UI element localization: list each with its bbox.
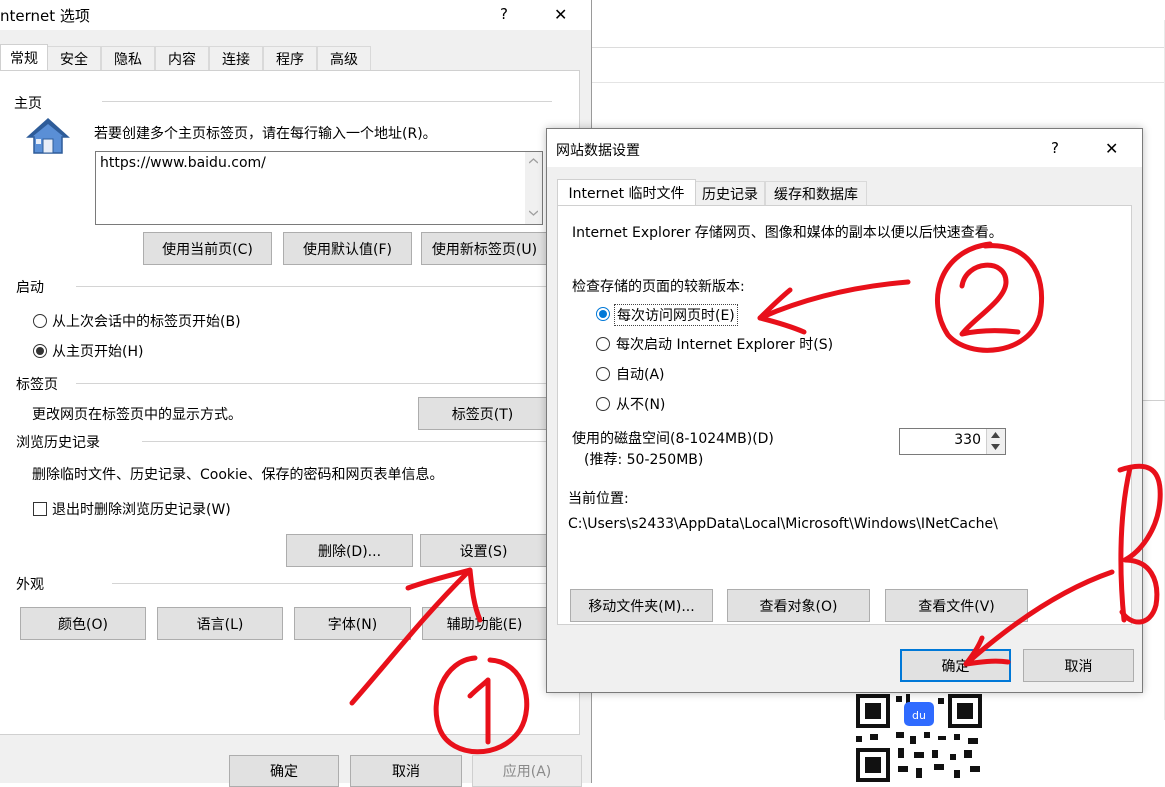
tabs-description: 更改网页在标签页中的显示方式。 (32, 407, 242, 423)
tab-general[interactable]: 常规 (0, 44, 48, 70)
tab-privacy[interactable]: 隐私 (101, 46, 155, 70)
disk-space-value[interactable]: 330 (954, 432, 981, 448)
startup-radio-last-session[interactable] (33, 314, 47, 328)
move-folder-button[interactable]: 移动文件夹(M)... (570, 589, 713, 622)
delete-history-button[interactable]: 删除(D)... (286, 534, 413, 567)
use-default-button[interactable]: 使用默认值(F) (283, 232, 412, 265)
background-toolbar-line (592, 47, 1165, 48)
check-versions-label: 检查存储的页面的较新版本: (572, 279, 745, 295)
site-help-button[interactable]: ? (1051, 139, 1059, 157)
site-ok-button[interactable]: 确定 (900, 649, 1011, 682)
option-every-visit[interactable]: 每次访问网页时(E) (614, 304, 738, 326)
startup-option-homepage[interactable]: 从主页开始(H) (52, 341, 143, 361)
disk-space-label: 使用的磁盘空间(8-1024MB)(D) (572, 431, 774, 447)
tabs-section-divider (76, 383, 552, 384)
languages-button[interactable]: 语言(L) (157, 607, 283, 640)
startup-section-divider (76, 286, 552, 287)
view-objects-button[interactable]: 查看对象(O) (727, 589, 870, 622)
history-section-divider (142, 441, 552, 442)
homepage-url-value: https://www.baidu.com/ (100, 155, 266, 171)
options-ok-button[interactable]: 确定 (229, 755, 339, 787)
homepage-instruction: 若要创建多个主页标签页，请在每行输入一个地址(R)。 (94, 126, 437, 142)
options-apply-button[interactable]: 应用(A) (472, 755, 582, 787)
options-cancel-button[interactable]: 取消 (350, 755, 462, 787)
help-button[interactable]: ? (500, 5, 508, 23)
radio-every-start[interactable] (596, 337, 610, 351)
temp-files-description: Internet Explorer 存储网页、图像和媒体的副本以便以后快速查看。 (572, 225, 1003, 241)
site-cancel-button[interactable]: 取消 (1023, 649, 1134, 682)
tab-temp-files[interactable]: Internet 临时文件 (557, 179, 696, 205)
homepage-section-divider (102, 101, 552, 102)
background-scroll-edge (1140, 400, 1165, 441)
tab-cache-db[interactable]: 缓存和数据库 (765, 181, 867, 205)
dialog-titlebar: nternet 选项 ? ✕ (0, 0, 591, 30)
homepage-url-textarea[interactable]: https://www.baidu.com/ (95, 151, 543, 225)
startup-section-title: 启动 (16, 280, 44, 296)
home-icon (26, 117, 70, 154)
scroll-up-icon[interactable] (529, 158, 538, 164)
spin-up-icon[interactable] (991, 432, 1000, 438)
appearance-section-divider (112, 583, 552, 584)
option-never[interactable]: 从不(N) (616, 394, 665, 414)
tabs-section-title: 标签页 (16, 377, 58, 393)
temp-files-panel: Internet Explorer 存储网页、图像和媒体的副本以便以后快速查看。… (557, 205, 1132, 625)
tab-programs[interactable]: 程序 (263, 46, 317, 70)
tabs-settings-button[interactable]: 标签页(T) (418, 397, 547, 430)
delete-on-exit-checkbox[interactable] (33, 502, 47, 516)
delete-on-exit-label[interactable]: 退出时删除浏览历史记录(W) (52, 499, 231, 519)
accessibility-button[interactable]: 辅助功能(E) (422, 607, 547, 640)
tab-content[interactable]: 内容 (155, 46, 209, 70)
site-close-button[interactable]: ✕ (1105, 139, 1118, 158)
website-data-settings-dialog: 网站数据设置 ? ✕ Internet 临时文件 历史记录 缓存和数据库 Int… (546, 128, 1143, 693)
scroll-down-icon[interactable] (529, 210, 538, 216)
radio-automatic[interactable] (596, 367, 610, 381)
tab-advanced[interactable]: 高级 (317, 46, 371, 70)
site-dialog-title: 网站数据设置 (556, 143, 640, 159)
startup-radio-homepage[interactable] (33, 344, 47, 358)
option-automatic[interactable]: 自动(A) (616, 364, 665, 384)
options-tab-strip: 常规 安全 隐私 内容 连接 程序 高级 (0, 44, 591, 70)
history-settings-button[interactable]: 设置(S) (420, 534, 547, 567)
option-every-start[interactable]: 每次启动 Internet Explorer 时(S) (616, 334, 833, 354)
current-location-label: 当前位置: (568, 491, 629, 507)
colors-button[interactable]: 颜色(O) (20, 607, 146, 640)
appearance-section-title: 外观 (16, 577, 44, 593)
close-button[interactable]: ✕ (554, 5, 567, 24)
disk-space-hint: (推荐: 50-250MB) (584, 452, 704, 468)
use-current-button[interactable]: 使用当前页(C) (143, 232, 272, 265)
site-tab-strip: Internet 临时文件 历史记录 缓存和数据库 (557, 179, 1132, 205)
use-new-tab-button[interactable]: 使用新标签页(U) (421, 232, 548, 265)
spin-down-icon[interactable] (991, 444, 1000, 450)
fonts-button[interactable]: 字体(N) (294, 607, 411, 640)
radio-never[interactable] (596, 397, 610, 411)
dialog-title: nternet 选项 (0, 7, 90, 25)
startup-option-last-session[interactable]: 从上次会话中的标签页开始(B) (52, 311, 241, 331)
view-files-button[interactable]: 查看文件(V) (885, 589, 1028, 622)
radio-every-visit[interactable] (596, 307, 610, 321)
tab-history[interactable]: 历史记录 (695, 181, 765, 205)
spin-buttons (986, 429, 1005, 454)
current-location-path: C:\Users\s2433\AppData\Local\Microsoft\W… (568, 516, 998, 532)
homepage-section-title: 主页 (14, 96, 42, 112)
textarea-scrollbar[interactable] (525, 152, 542, 224)
tab-security[interactable]: 安全 (47, 46, 101, 70)
general-tab-panel: 主页 若要创建多个主页标签页，请在每行输入一个地址(R)。 https://ww… (0, 70, 580, 735)
svg-text:du: du (912, 709, 926, 722)
background-scroll-edge-2 (1140, 500, 1165, 630)
history-section-title: 浏览历史记录 (16, 435, 100, 451)
background-divider (592, 82, 1165, 83)
disk-space-spinbox[interactable]: 330 (899, 428, 1006, 455)
site-dialog-titlebar: 网站数据设置 ? ✕ (547, 129, 1142, 167)
qr-code-image: du (854, 692, 984, 783)
tab-connections[interactable]: 连接 (209, 46, 263, 70)
history-description: 删除临时文件、历史记录、Cookie、保存的密码和网页表单信息。 (32, 467, 444, 483)
internet-options-dialog: nternet 选项 ? ✕ 常规 安全 隐私 内容 连接 程序 高级 主页 若… (0, 0, 592, 787)
